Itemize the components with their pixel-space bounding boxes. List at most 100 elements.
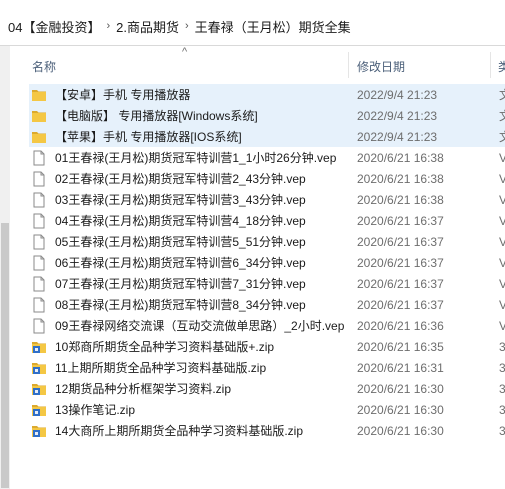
file-modified-date: 2020/6/21 16:37 <box>357 234 444 249</box>
file-type: 文 <box>499 107 505 124</box>
file-row[interactable]: 01王春禄(王月松)期货冠军特训营1_1小时26分钟.vep 2020/6/21 … <box>29 147 505 168</box>
column-header-date[interactable]: 修改日期 <box>357 58 405 75</box>
zip-icon <box>31 339 47 355</box>
file-name: 13操作笔记.zip <box>55 403 136 417</box>
zip-icon <box>31 402 47 418</box>
file-icon <box>31 192 47 208</box>
breadcrumb: 04【金融投资】 › 2.商品期货 › 王春禄（王月松）期货全集 <box>8 16 351 36</box>
file-type: 3 <box>499 360 505 375</box>
file-icon <box>31 255 47 271</box>
file-row[interactable]: 04王春禄(王月松)期货冠军特训营4_18分钟.vep 2020/6/21 16:… <box>29 210 505 231</box>
file-type: 文 <box>499 128 505 145</box>
file-name: 04王春禄(王月松)期货冠军特训营4_18分钟.vep <box>55 214 306 228</box>
file-row[interactable]: 09王春禄网络交流课（互动交流做单思路）_2小时.vep 2020/6/21 16… <box>29 315 505 336</box>
file-name: 02王春禄(王月松)期货冠军特训营2_43分钟.vep <box>55 172 306 186</box>
file-name: 14大商所上期所期货全品种学习资料基础版.zip <box>55 424 304 438</box>
folder-row[interactable]: 【电脑版】 专用播放器[Windows系统] 2022/9/4 21:23 文 <box>29 105 505 126</box>
file-row[interactable]: 13操作笔记.zip 2020/6/21 16:30 3 <box>29 399 505 420</box>
folder-icon <box>31 129 47 145</box>
file-type: 3 <box>499 402 505 417</box>
file-modified-date: 2022/9/4 21:23 <box>357 108 438 123</box>
file-icon <box>31 297 47 313</box>
breadcrumb-item-commodity[interactable]: 2.商品期货 <box>116 17 179 36</box>
file-row[interactable]: 11上期所期货全品种学习资料基础版.zip 2020/6/21 16:31 3 <box>29 357 505 378</box>
file-modified-date: 2020/6/21 16:37 <box>357 213 444 228</box>
file-type: V <box>499 255 505 270</box>
breadcrumb-item-root[interactable]: 04【金融投资】 <box>8 17 100 36</box>
file-name: 08王春禄(王月松)期货冠军特训营8_34分钟.vep <box>55 298 306 312</box>
breadcrumb-item-current[interactable]: 王春禄（王月松）期货全集 <box>195 17 351 36</box>
file-type: V <box>499 213 505 228</box>
file-type: V <box>499 234 505 249</box>
file-modified-date: 2020/6/21 16:37 <box>357 276 444 291</box>
file-row[interactable]: 02王春禄(王月松)期货冠军特训营2_43分钟.vep 2020/6/21 16:… <box>29 168 505 189</box>
file-icon <box>31 276 47 292</box>
breadcrumb-chevron-icon[interactable]: › <box>185 20 189 32</box>
folder-icon <box>31 108 47 124</box>
file-icon <box>31 234 47 250</box>
column-divider[interactable] <box>348 52 349 78</box>
file-type: V <box>499 297 505 312</box>
file-modified-date: 2020/6/21 16:31 <box>357 360 444 375</box>
file-modified-date: 2020/6/21 16:36 <box>357 318 444 333</box>
file-modified-date: 2020/6/21 16:38 <box>357 150 444 165</box>
file-modified-date: 2020/6/21 16:30 <box>357 402 444 417</box>
sort-ascending-icon: ^ <box>182 46 188 58</box>
file-name: 06王春禄(王月松)期货冠军特训营6_34分钟.vep <box>55 256 306 270</box>
file-name: 12期货品种分析框架学习资料.zip <box>55 382 232 396</box>
file-icon <box>31 213 47 229</box>
file-name: 【电脑版】 专用播放器[Windows系统] <box>55 109 258 123</box>
file-name: 01王春禄(王月松)期货冠军特训营1_1小时26分钟.vep <box>55 151 337 165</box>
column-divider[interactable] <box>490 52 491 78</box>
address-bar[interactable]: 04【金融投资】 › 2.商品期货 › 王春禄（王月松）期货全集 <box>0 0 505 46</box>
file-name: 11上期所期货全品种学习资料基础版.zip <box>55 361 267 375</box>
column-header: ^ 名称 修改日期 类 <box>22 46 505 80</box>
file-modified-date: 2020/6/21 16:30 <box>357 423 444 438</box>
file-name: 03王春禄(王月松)期货冠军特训营3_43分钟.vep <box>55 193 306 207</box>
file-modified-date: 2020/6/21 16:38 <box>357 192 444 207</box>
scrollbar-thumb[interactable] <box>1 223 9 488</box>
file-type: 3 <box>499 381 505 396</box>
folder-icon <box>31 87 47 103</box>
file-name: 10郑商所期货全品种学习资料基础版+.zip <box>55 340 275 354</box>
file-modified-date: 2022/9/4 21:23 <box>357 87 438 102</box>
file-type: V <box>499 276 505 291</box>
file-icon <box>31 150 47 166</box>
file-row[interactable]: 08王春禄(王月松)期货冠军特训营8_34分钟.vep 2020/6/21 16:… <box>29 294 505 315</box>
folder-row[interactable]: 【安卓】手机 专用播放器 2022/9/4 21:23 文 <box>29 84 505 105</box>
zip-icon <box>31 381 47 397</box>
file-modified-date: 2022/9/4 21:23 <box>357 129 438 144</box>
navigation-pane-scrollbar[interactable] <box>0 46 10 489</box>
file-name: 07王春禄(王月松)期货冠军特训营7_31分钟.vep <box>55 277 306 291</box>
file-name: 【安卓】手机 专用播放器 <box>55 88 191 102</box>
file-row[interactable]: 03王春禄(王月松)期货冠军特训营3_43分钟.vep 2020/6/21 16:… <box>29 189 505 210</box>
file-row[interactable]: 14大商所上期所期货全品种学习资料基础版.zip 2020/6/21 16:30 3 <box>29 420 505 441</box>
file-type: 3 <box>499 423 505 438</box>
file-type: V <box>499 318 505 333</box>
column-header-type[interactable]: 类 <box>498 58 505 75</box>
zip-icon <box>31 423 47 439</box>
file-row[interactable]: 06王春禄(王月松)期货冠军特训营6_34分钟.vep 2020/6/21 16:… <box>29 252 505 273</box>
file-icon <box>31 171 47 187</box>
breadcrumb-chevron-icon[interactable]: › <box>106 20 110 32</box>
file-name: 05王春禄(王月松)期货冠军特训营5_51分钟.vep <box>55 235 306 249</box>
column-header-name[interactable]: 名称 <box>32 58 56 75</box>
file-row[interactable]: 05王春禄(王月松)期货冠军特训营5_51分钟.vep 2020/6/21 16:… <box>29 231 505 252</box>
file-modified-date: 2020/6/21 16:37 <box>357 297 444 312</box>
file-type: V <box>499 192 505 207</box>
file-modified-date: 2020/6/21 16:30 <box>357 381 444 396</box>
file-icon <box>31 318 47 334</box>
file-type: 文 <box>499 86 505 103</box>
file-row[interactable]: 10郑商所期货全品种学习资料基础版+.zip 2020/6/21 16:35 3 <box>29 336 505 357</box>
folder-row[interactable]: 【苹果】手机 专用播放器[IOS系统] 2022/9/4 21:23 文 <box>29 126 505 147</box>
zip-icon <box>31 360 47 376</box>
file-row[interactable]: 12期货品种分析框架学习资料.zip 2020/6/21 16:30 3 <box>29 378 505 399</box>
file-row[interactable]: 07王春禄(王月松)期货冠军特训营7_31分钟.vep 2020/6/21 16:… <box>29 273 505 294</box>
file-name: 【苹果】手机 专用播放器[IOS系统] <box>55 130 242 144</box>
file-modified-date: 2020/6/21 16:37 <box>357 255 444 270</box>
file-type: V <box>499 150 505 165</box>
file-type: V <box>499 171 505 186</box>
file-modified-date: 2020/6/21 16:38 <box>357 171 444 186</box>
file-modified-date: 2020/6/21 16:35 <box>357 339 444 354</box>
file-name: 09王春禄网络交流课（互动交流做单思路）_2小时.vep <box>55 319 345 333</box>
